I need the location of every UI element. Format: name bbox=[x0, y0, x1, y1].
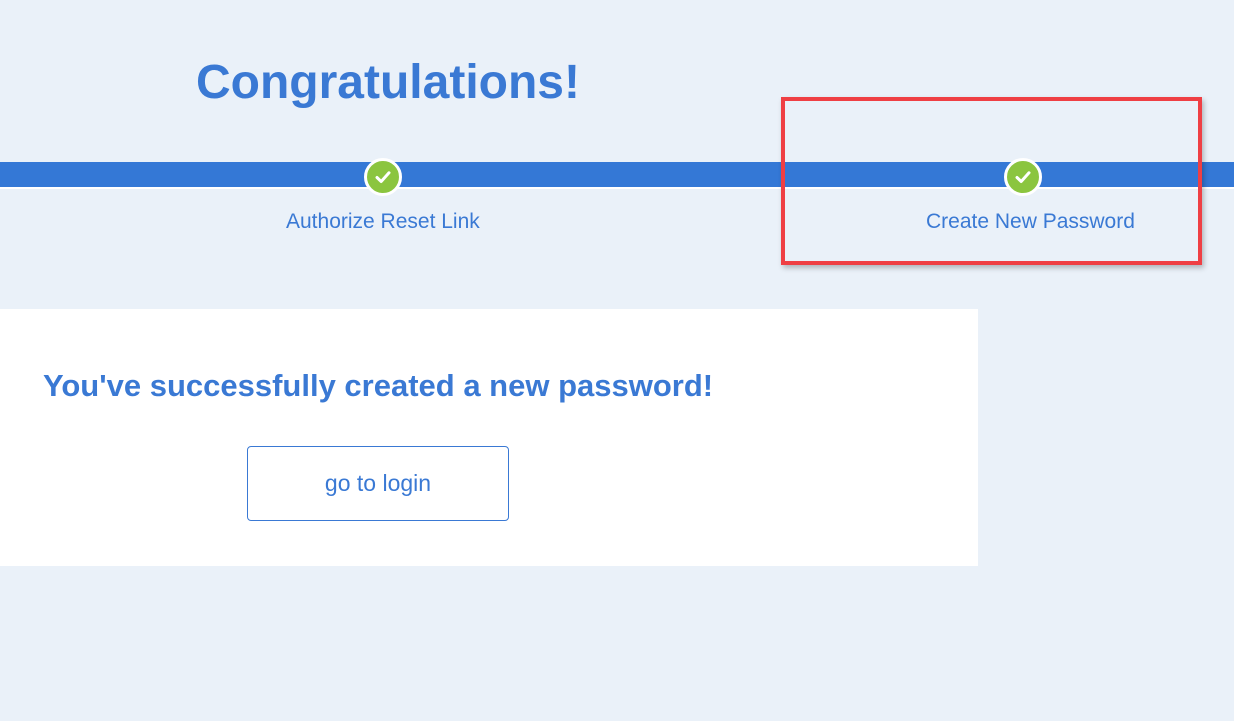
success-card: You've successfully created a new passwo… bbox=[0, 309, 978, 566]
highlight-box bbox=[781, 97, 1202, 265]
step-1-check-icon bbox=[364, 158, 402, 196]
step-1-label: Authorize Reset Link bbox=[286, 210, 480, 233]
check-icon bbox=[375, 171, 391, 183]
go-to-login-button[interactable]: go to login bbox=[247, 446, 509, 521]
success-message: You've successfully created a new passwo… bbox=[43, 368, 714, 403]
page-title: Congratulations! bbox=[196, 56, 580, 109]
